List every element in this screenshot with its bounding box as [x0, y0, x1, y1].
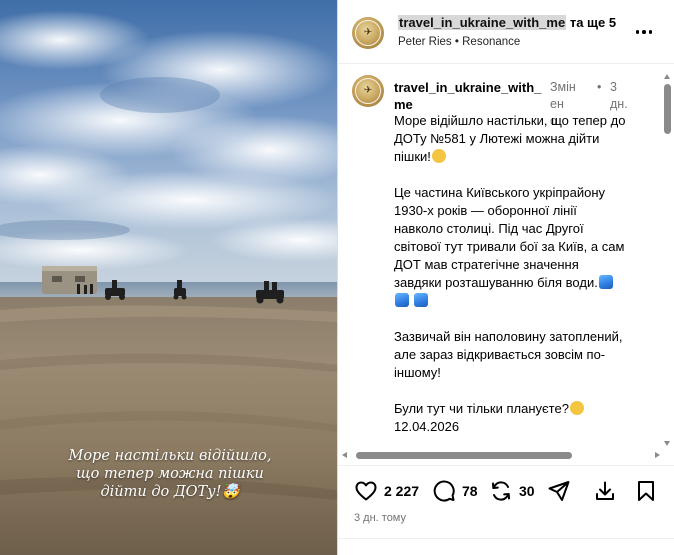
- heart-icon: [355, 481, 377, 501]
- post-timestamp[interactable]: 3 дн. тому: [354, 512, 406, 524]
- avatar[interactable]: ✈: [352, 75, 384, 107]
- bookmark-icon: [638, 481, 654, 501]
- repost-button[interactable]: 30: [489, 478, 535, 504]
- comment-button[interactable]: 78: [432, 478, 478, 504]
- vertical-scrollbar[interactable]: [663, 74, 672, 446]
- horizontal-scrollbar[interactable]: [342, 450, 660, 461]
- divider: [338, 465, 674, 466]
- audio-separator: •: [454, 36, 459, 48]
- audio-title: Resonance: [462, 36, 521, 48]
- repost-icon: [492, 481, 510, 501]
- download-button[interactable]: [593, 478, 617, 504]
- avatar-logo-icon: ✈: [363, 27, 373, 38]
- post-author: travel_in_ukraine_with_me та ще 5: [398, 15, 616, 30]
- avatar[interactable]: ✈: [352, 17, 384, 49]
- like-count[interactable]: 2 227: [384, 483, 419, 499]
- caption-comment: ✈ travel_in_ukraine_with_ me Змінен о • …: [338, 64, 674, 464]
- caption-date: 12.04.2026: [394, 419, 460, 434]
- avatar-logo-icon: ✈: [363, 85, 373, 96]
- media-caption-line: що тепер можна пішки: [76, 466, 264, 482]
- audio-artist: Peter Ries: [398, 36, 452, 48]
- scrollbar-thumb[interactable]: [664, 84, 671, 134]
- comment-username-link[interactable]: travel_in_ukraine_with_ me: [394, 79, 542, 113]
- post-side-panel: ✈ travel_in_ukraine_with_me та ще 5 Pete…: [337, 0, 674, 555]
- caption-paragraph: Це частина Київського укріпрайону 1930-х…: [394, 184, 656, 310]
- audio-info[interactable]: Peter Ries • Resonance: [398, 36, 520, 48]
- share-button[interactable]: [547, 478, 571, 504]
- hushed-face-emoji-icon: [569, 401, 584, 415]
- coauthors-link[interactable]: та ще 5: [570, 15, 616, 30]
- comment-count[interactable]: 78: [462, 483, 478, 499]
- water-wave-emoji-icon: [395, 293, 409, 307]
- send-icon: [548, 481, 570, 501]
- media-caption: Море настільки відійшло, що тепер можна …: [40, 447, 300, 501]
- media-caption-line: дійти до ДОТу!🤯: [100, 484, 240, 500]
- post-actions-bar: 2 227 78 30: [338, 474, 674, 508]
- more-horizontal-icon: [635, 30, 640, 34]
- water-wave-emoji-icon: [598, 275, 613, 289]
- comment-timestamp[interactable]: 3 дн.: [610, 79, 634, 113]
- scrollbar-thumb[interactable]: [356, 452, 572, 459]
- comment-icon: [433, 480, 455, 502]
- caption-paragraph: Були тут чи тільки плануєте? 12.04.2026: [394, 400, 656, 436]
- post-media[interactable]: Море настільки відійшло, що тепер можна …: [0, 0, 337, 555]
- like-button[interactable]: 2 227: [354, 478, 419, 504]
- caption-paragraph: Море відійшло настільки, що тепер до ДОТ…: [394, 113, 626, 164]
- scroll-right-arrow-icon[interactable]: [655, 452, 660, 458]
- caption-text: Море відійшло настільки, що тепер до ДОТ…: [394, 112, 656, 436]
- author-username-link[interactable]: travel_in_ukraine_with_me: [398, 15, 567, 30]
- meta-separator: •: [597, 80, 602, 94]
- repost-count[interactable]: 30: [519, 483, 535, 499]
- post-header: ✈ travel_in_ukraine_with_me та ще 5 Pete…: [338, 0, 674, 64]
- scroll-up-arrow-icon[interactable]: [664, 74, 670, 79]
- water-wave-emoji-icon: [413, 293, 428, 307]
- download-icon: [596, 481, 614, 500]
- save-button[interactable]: [634, 478, 658, 504]
- caption-paragraph: Зазвичай він наполовину затоплений, але …: [394, 329, 623, 380]
- divider: [338, 538, 674, 539]
- scroll-left-arrow-icon[interactable]: [342, 452, 347, 458]
- scroll-down-arrow-icon[interactable]: [664, 441, 670, 446]
- media-caption-line: Море настільки відійшло,: [68, 448, 272, 464]
- more-options-button[interactable]: [634, 22, 654, 42]
- astonished-face-emoji-icon: [431, 149, 446, 163]
